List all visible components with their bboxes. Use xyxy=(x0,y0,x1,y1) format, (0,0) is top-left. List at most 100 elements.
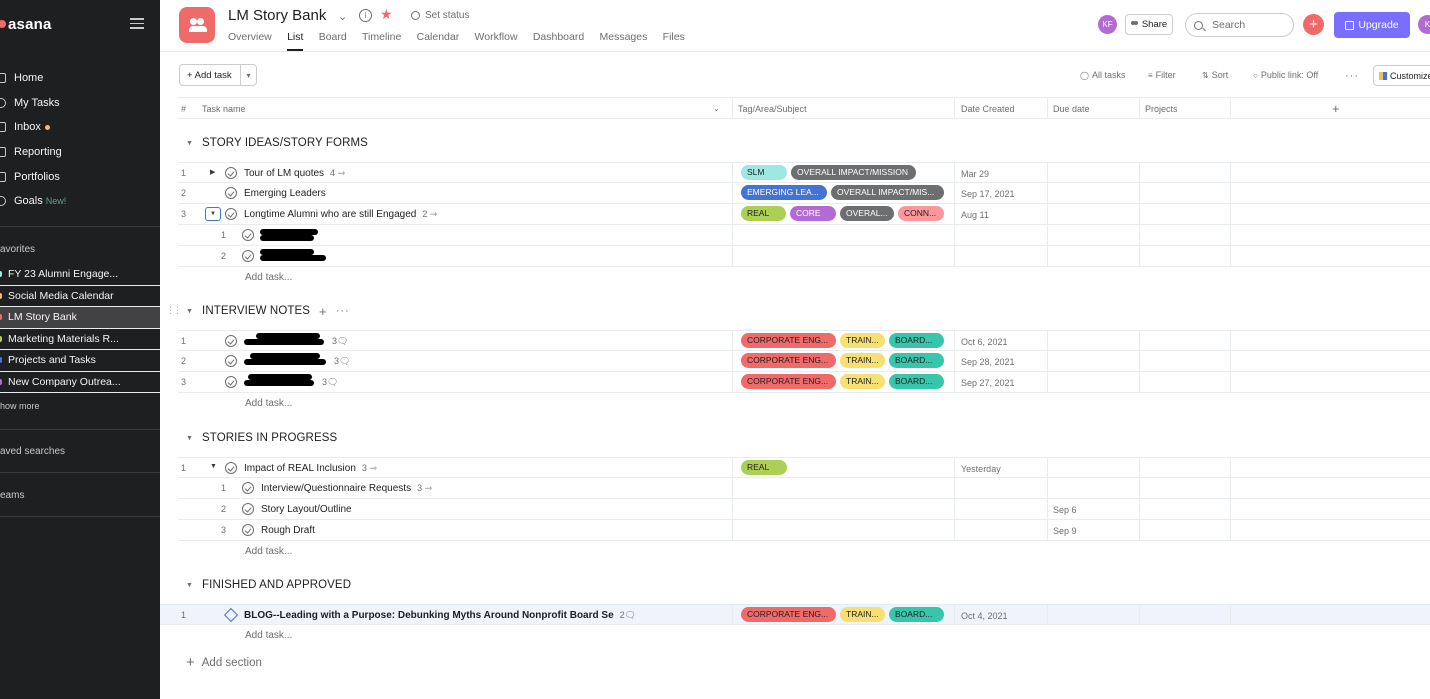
tab-timeline[interactable]: Timeline xyxy=(362,31,401,51)
collapse-subtasks-icon[interactable]: ▼ xyxy=(205,207,221,221)
sort-button[interactable]: ⇅ Sort xyxy=(1202,70,1228,80)
column-projects[interactable]: Projects xyxy=(1145,104,1178,114)
task-row-selected[interactable]: 1 BLOG--Leading with a Purpose: Debunkin… xyxy=(160,604,1430,625)
sidebar-item-portfolios[interactable]: Portfolios xyxy=(0,164,160,189)
sidebar-item-reporting[interactable]: Reporting xyxy=(0,140,160,165)
chevron-down-icon[interactable]: ⌄ xyxy=(713,104,720,113)
tab-calendar[interactable]: Calendar xyxy=(417,31,460,51)
asana-logo[interactable]: asana xyxy=(0,14,52,34)
favorite-item[interactable]: Marketing Materials R... xyxy=(0,329,160,350)
subtask-row[interactable]: 2 Story Layout/Outline Sep 6 xyxy=(178,499,1430,520)
section-title[interactable]: ▼ INTERVIEW NOTES + ··· xyxy=(186,301,350,321)
customize-button[interactable]: Customize xyxy=(1373,65,1430,86)
quick-add-button[interactable]: + xyxy=(1303,14,1324,35)
task-row[interactable]: 2 Emerging Leaders EMERGING LEA... OVERA… xyxy=(178,183,1430,204)
complete-checkbox-icon[interactable] xyxy=(242,229,254,241)
column-due-date[interactable]: Due date xyxy=(1053,104,1090,114)
tab-workflow[interactable]: Workflow xyxy=(475,31,518,51)
tag-cell[interactable]: CORPORATE ENG... TRAIN... BOARD... xyxy=(741,607,948,622)
chevron-down-icon[interactable]: ⌄ xyxy=(338,10,347,23)
complete-checkbox-icon[interactable] xyxy=(225,335,237,347)
collapse-triangle-icon[interactable]: ▼ xyxy=(186,435,193,442)
tag-cell[interactable]: SLM OVERALL IMPACT/MISSION xyxy=(741,165,920,180)
date-created[interactable]: Mar 29 xyxy=(961,169,989,179)
date-created[interactable]: Yesterday xyxy=(961,464,1001,474)
date-created[interactable]: Sep 27, 2021 xyxy=(961,378,1015,388)
task-name[interactable]: Interview/Questionnaire Requests xyxy=(261,483,411,494)
section-title[interactable]: ▼ STORIES IN PROGRESS xyxy=(186,428,337,448)
user-avatar[interactable]: K xyxy=(1418,15,1430,34)
sidebar-item-goals[interactable]: Goals New! xyxy=(0,189,160,214)
column-task-name[interactable]: Task name xyxy=(202,104,246,114)
collapse-triangle-icon[interactable]: ▼ xyxy=(186,582,193,589)
tab-list[interactable]: List xyxy=(287,31,304,51)
favorite-item[interactable]: Social Media Calendar xyxy=(0,286,160,307)
complete-checkbox-icon[interactable] xyxy=(242,503,254,515)
complete-checkbox-icon[interactable] xyxy=(225,462,237,474)
add-task-link[interactable]: Add task... xyxy=(245,398,292,409)
complete-checkbox-icon[interactable] xyxy=(242,524,254,536)
add-task-link[interactable]: Add task... xyxy=(245,630,292,641)
sidebar-item-my-tasks[interactable]: My Tasks xyxy=(0,91,160,116)
date-created[interactable]: Oct 6, 2021 xyxy=(961,337,1008,347)
more-options-icon[interactable]: ··· xyxy=(336,305,350,317)
tag-cell[interactable]: CORPORATE ENG... TRAIN... BOARD... xyxy=(741,333,948,348)
info-icon[interactable]: i xyxy=(359,9,372,22)
subtask-row[interactable]: 1 xyxy=(178,225,1430,246)
favorite-item[interactable]: Projects and Tasks xyxy=(0,350,160,372)
task-row[interactable]: 3 3🗨 CORPORATE ENG... TRAIN... BOARD... … xyxy=(178,372,1430,393)
add-task-dropdown-icon[interactable]: ▾ xyxy=(240,65,256,85)
task-name[interactable]: BLOG--Leading with a Purpose: Debunking … xyxy=(244,610,614,621)
complete-checkbox-icon[interactable] xyxy=(225,355,237,367)
column-date-created[interactable]: Date Created xyxy=(961,104,1015,114)
all-tasks-filter[interactable]: ◯ All tasks xyxy=(1080,70,1125,80)
teams-heading[interactable]: eams xyxy=(0,490,24,501)
public-link-button[interactable]: ○ Public link: Off xyxy=(1253,70,1318,80)
task-row[interactable]: 1 ▼ Impact of REAL Inclusion 3 ⇾ REAL Yes… xyxy=(178,457,1430,478)
subtask-row[interactable]: 2 xyxy=(178,246,1430,267)
tag-cell[interactable]: EMERGING LEA... OVERALL IMPACT/MIS... xyxy=(741,185,948,200)
task-name[interactable]: Impact of REAL Inclusion xyxy=(244,463,356,474)
sidebar-item-inbox[interactable]: Inbox xyxy=(0,115,160,140)
subtask-row[interactable]: 1 Interview/Questionnaire Requests 3 ⇾ xyxy=(178,478,1430,499)
task-name[interactable]: Emerging Leaders xyxy=(244,188,326,199)
tag-cell[interactable]: REAL CORE OVERAL... CONN... xyxy=(741,206,948,221)
section-title[interactable]: ▼ FINISHED AND APPROVED xyxy=(186,575,351,595)
drag-handle-icon[interactable]: ⋮⋮ xyxy=(166,305,182,316)
favorite-item[interactable]: New Company Outrea... xyxy=(0,372,160,393)
complete-checkbox-icon[interactable] xyxy=(242,482,254,494)
collapse-sidebar-icon[interactable] xyxy=(130,18,144,30)
favorite-item-selected[interactable]: LM Story Bank··· xyxy=(0,307,160,329)
tag-cell[interactable]: CORPORATE ENG... TRAIN... BOARD... xyxy=(741,353,948,368)
tag-cell[interactable]: REAL xyxy=(741,460,791,475)
task-row[interactable]: 1 3🗨 CORPORATE ENG... TRAIN... BOARD... … xyxy=(178,330,1430,351)
tab-files[interactable]: Files xyxy=(663,31,685,51)
tab-overview[interactable]: Overview xyxy=(228,31,272,51)
favorite-item[interactable]: FY 23 Alumni Engage... xyxy=(0,264,160,286)
set-status-button[interactable]: Set status xyxy=(411,10,469,21)
add-task-icon[interactable]: + xyxy=(319,304,327,319)
task-row[interactable]: 2 3🗨 CORPORATE ENG... TRAIN... BOARD... … xyxy=(178,351,1430,372)
collapse-triangle-icon[interactable]: ▼ xyxy=(186,308,193,315)
due-date[interactable]: Sep 6 xyxy=(1053,505,1077,515)
tab-dashboard[interactable]: Dashboard xyxy=(533,31,584,51)
section-title[interactable]: ▼ STORY IDEAS/STORY FORMS xyxy=(186,133,368,153)
subtask-row[interactable]: 3 Rough Draft Sep 9 xyxy=(178,520,1430,541)
tag-cell[interactable]: CORPORATE ENG... TRAIN... BOARD... xyxy=(741,374,948,389)
task-row[interactable]: 3 ▼ Longtime Alumni who are still Engage… xyxy=(178,204,1430,225)
more-actions-icon[interactable]: ··· xyxy=(1345,70,1359,82)
date-created[interactable]: Oct 4, 2021 xyxy=(961,611,1008,621)
task-name[interactable]: Tour of LM quotes xyxy=(244,168,324,179)
expand-subtasks-icon[interactable]: ▶ xyxy=(210,168,215,176)
milestone-diamond-icon[interactable] xyxy=(223,607,239,623)
project-title[interactable]: LM Story Bank xyxy=(228,7,326,24)
date-created[interactable]: Sep 28, 2021 xyxy=(961,357,1015,367)
collapse-subtasks-icon[interactable]: ▼ xyxy=(210,463,217,470)
search-input[interactable]: Search xyxy=(1185,13,1294,37)
add-task-link[interactable]: Add task... xyxy=(245,546,292,557)
complete-checkbox-icon[interactable] xyxy=(225,376,237,388)
task-row[interactable]: 1 ▶ Tour of LM quotes 4 ⇾ SLM OVERALL IMP… xyxy=(178,162,1430,183)
column-tag[interactable]: Tag/Area/Subject xyxy=(738,104,807,114)
add-task-link[interactable]: Add task... xyxy=(245,272,292,283)
star-icon[interactable]: ★ xyxy=(380,6,393,23)
